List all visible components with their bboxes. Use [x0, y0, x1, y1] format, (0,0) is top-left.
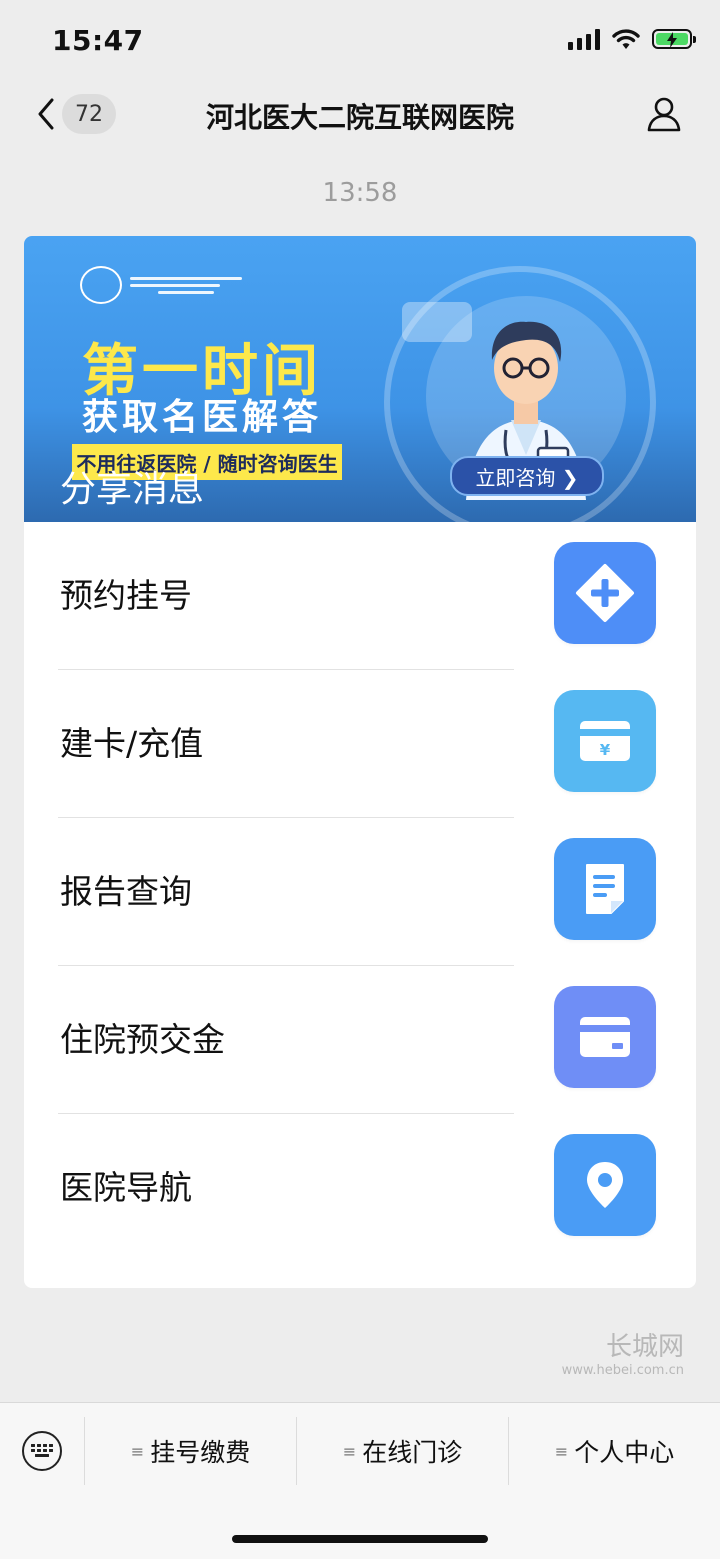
- hospital-logo: [80, 266, 242, 304]
- message-timestamp: 13:58: [322, 178, 398, 208]
- menu-lines-icon: ≡: [130, 1441, 145, 1461]
- tab-personal-center[interactable]: ≡ 个人中心: [509, 1417, 720, 1485]
- tab-label: 挂号缴费: [150, 1438, 251, 1467]
- wifi-icon: [612, 29, 640, 49]
- hospital-logo-text: [130, 273, 242, 298]
- menu-item-label: 住院预交金: [60, 1020, 225, 1059]
- menu-item-appointment[interactable]: 预约挂号: [24, 522, 696, 670]
- watermark-title: 长城网: [605, 1332, 684, 1362]
- menu-item-label: 报告查询: [60, 872, 192, 911]
- tab-label: 个人中心: [574, 1438, 675, 1467]
- plus-diamond-icon: [554, 542, 656, 644]
- tab-label: 在线门诊: [362, 1438, 463, 1467]
- menu-item-inpatient-deposit[interactable]: 住院预交金: [24, 966, 696, 1114]
- document-icon: [554, 838, 656, 940]
- menu-item-label: 医院导航: [60, 1168, 192, 1207]
- cellular-signal-icon: [568, 28, 600, 50]
- tab-register-pay[interactable]: ≡ 挂号缴费: [85, 1417, 296, 1485]
- menu-item-report-query[interactable]: 报告查询: [24, 818, 696, 966]
- banner-subheadline: 获取名医解答: [82, 397, 323, 438]
- menu-item-card-recharge[interactable]: 建卡/充值 ¥: [24, 670, 696, 818]
- menu-message-card: 第一时间 获取名医解答 不用往返医院 / 随时咨询医生 立即咨询 ❯ 分享消息 …: [24, 236, 696, 1288]
- status-icons: [568, 28, 696, 50]
- promo-banner[interactable]: 第一时间 获取名医解答 不用往返医院 / 随时咨询医生 立即咨询 ❯ 分享消息: [24, 236, 696, 522]
- consult-now-button[interactable]: 立即咨询 ❯: [450, 456, 604, 496]
- share-message-label: 分享消息: [60, 469, 205, 510]
- profile-icon[interactable]: [646, 96, 682, 132]
- battery-charging-icon: [652, 29, 696, 49]
- menu-item-hospital-navigation[interactable]: 医院导航: [24, 1114, 696, 1262]
- menu-lines-icon: ≡: [554, 1441, 569, 1461]
- menu-item-label: 预约挂号: [60, 576, 192, 615]
- watermark-url: www.hebei.com.cn: [561, 1363, 684, 1378]
- yen-card-icon: ¥: [554, 690, 656, 792]
- svg-text:¥: ¥: [600, 741, 611, 759]
- hospital-seal-icon: [80, 266, 122, 304]
- menu-lines-icon: ≡: [342, 1441, 357, 1461]
- navigation-bar: 72 河北医大二院互联网医院: [0, 86, 720, 146]
- status-bar: 15:47: [0, 0, 720, 86]
- keyboard-toggle-icon[interactable]: [22, 1431, 62, 1471]
- tab-online-clinic[interactable]: ≡ 在线门诊: [297, 1417, 508, 1485]
- status-time: 15:47: [52, 24, 144, 57]
- page-title: 河北医大二院互联网医院: [205, 101, 514, 134]
- home-indicator: [232, 1535, 488, 1543]
- watermark: 长城网 www.hebei.com.cn: [562, 1326, 684, 1378]
- location-pin-icon: [554, 1134, 656, 1236]
- menu-item-label: 建卡/充值: [60, 724, 204, 763]
- card-icon: [554, 986, 656, 1088]
